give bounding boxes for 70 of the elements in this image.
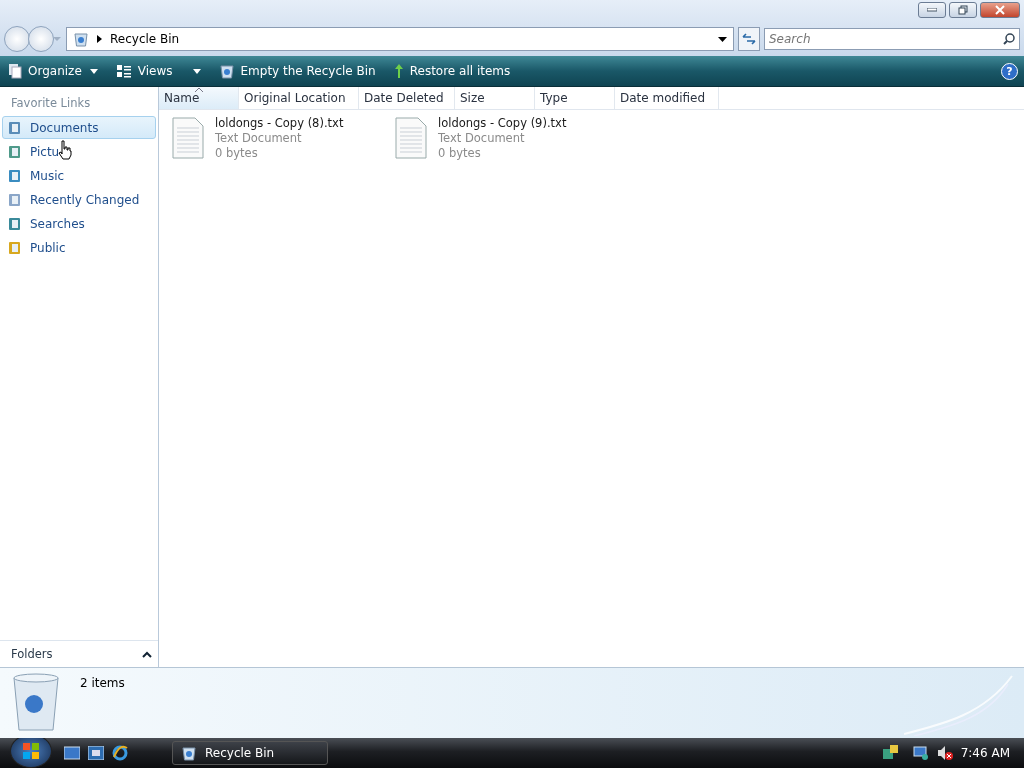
folder-icon — [8, 240, 22, 255]
restore-button[interactable] — [949, 2, 977, 18]
dropdown-arrow-icon — [192, 68, 201, 74]
sidebar-item[interactable]: Public — [2, 236, 156, 259]
file-size: 0 bytes — [438, 146, 482, 161]
minimize-icon — [927, 8, 937, 12]
file-size: 0 bytes — [215, 146, 259, 161]
taskbar-window-button[interactable]: Recycle Bin — [172, 741, 328, 765]
muted-speaker-icon[interactable] — [936, 745, 953, 761]
folder-icon — [8, 120, 22, 135]
help-button[interactable]: ? — [1001, 62, 1018, 80]
browser-icon[interactable] — [112, 745, 128, 761]
clock[interactable]: 7:46 AM — [960, 746, 1010, 760]
breadcrumb-arrow-icon — [97, 35, 102, 43]
documents-icon — [8, 63, 22, 79]
sidebar-item[interactable]: Music — [2, 164, 156, 187]
address-bar[interactable]: Recycle Bin — [66, 27, 734, 51]
dropdown-arrow-icon — [718, 36, 727, 42]
recycle-bin-icon — [218, 63, 235, 79]
column-header[interactable]: Name — [159, 87, 239, 109]
recycle-bin-icon — [181, 745, 197, 761]
close-icon — [995, 5, 1005, 15]
close-button[interactable] — [980, 2, 1020, 18]
sidebar-label: Pictu — [30, 144, 60, 159]
up-arrow-icon — [393, 63, 404, 79]
search-icon — [1003, 33, 1015, 45]
text-file-icon — [171, 116, 205, 160]
computer-icon[interactable] — [912, 745, 929, 761]
sidebar-item[interactable]: Searches — [2, 212, 156, 235]
sidebar-label: Recently Changed — [30, 192, 140, 207]
sidebar-label: Searches — [30, 216, 85, 231]
file-type: Text Document — [215, 131, 303, 146]
list-view-icon — [115, 64, 132, 78]
sidebar-label: Music — [30, 168, 65, 183]
sidebar-title: Favorite Links — [10, 95, 92, 112]
dropdown-arrow-icon — [52, 36, 62, 42]
address-path: Recycle Bin — [110, 32, 181, 46]
sidebar-label: Documents — [30, 120, 99, 135]
folder-icon — [8, 168, 22, 183]
item-count: 2 items — [80, 676, 125, 692]
folder-icon — [8, 216, 22, 231]
dropdown-arrow-icon — [89, 68, 98, 74]
toolbar-button[interactable]: Restore all items — [391, 61, 513, 81]
sidebar-item[interactable]: Pictu — [2, 140, 156, 163]
toolbar-button[interactable]: Views — [113, 62, 203, 80]
switch-windows-icon[interactable] — [88, 746, 104, 760]
recycle-bin-icon — [10, 672, 62, 734]
sidebar-item[interactable]: Recently Changed — [2, 188, 156, 211]
file-name[interactable]: loldongs - Copy (9).txt — [438, 116, 567, 131]
text-file-icon — [394, 116, 428, 160]
sidebar-label: Public — [30, 240, 66, 255]
folder-icon — [8, 192, 22, 207]
toolbar-button[interactable]: Organize — [6, 61, 100, 81]
network-icon[interactable] — [882, 745, 899, 761]
restore-icon — [958, 5, 968, 15]
chevron-up-icon — [142, 650, 152, 658]
toolbar-button[interactable]: Empty the Recycle Bin — [216, 61, 378, 81]
refresh-icon — [742, 33, 756, 45]
search-field[interactable]: Search — [764, 28, 1020, 50]
recycle-bin-icon — [73, 31, 89, 47]
folder-icon — [8, 144, 22, 159]
windows-logo-icon — [23, 743, 39, 759]
hand-cursor-icon — [58, 140, 72, 160]
sidebar-item[interactable]: Documents — [2, 116, 156, 139]
folders-label: Folders — [11, 647, 53, 661]
minimize-button[interactable] — [918, 2, 946, 18]
file-type: Text Document — [438, 131, 526, 146]
file-name[interactable]: loldongs - Copy (8).txt — [215, 116, 344, 131]
refresh-button[interactable] — [738, 27, 760, 51]
sort-caret-icon — [195, 87, 203, 92]
